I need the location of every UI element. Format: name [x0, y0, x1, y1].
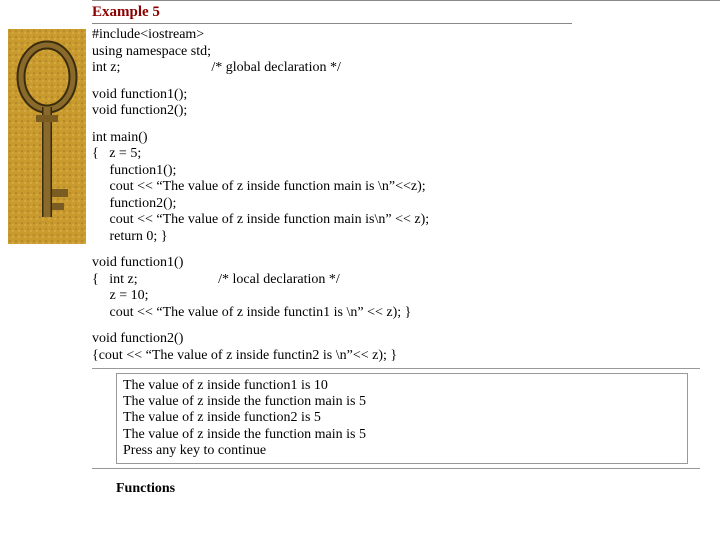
- code-line: cout << “The value of z inside function …: [92, 179, 700, 196]
- code-line: cout << “The value of z inside functin1 …: [92, 305, 700, 322]
- code-line: int z; /* global declaration */: [92, 60, 700, 77]
- code-line: function2();: [92, 196, 700, 213]
- code-line: void function1();: [92, 87, 700, 104]
- section-title: Example 5: [92, 4, 572, 24]
- code-line: void function2();: [92, 103, 700, 120]
- key-illustration: [8, 27, 90, 471]
- code-line: function1();: [92, 163, 700, 180]
- code-line: { int z; /* local declaration */: [92, 272, 700, 289]
- output-line: The value of z inside the function main …: [123, 394, 681, 410]
- code-line: void function1(): [92, 255, 700, 272]
- code-line: void function2(): [92, 331, 700, 348]
- output-line: The value of z inside function2 is 5: [123, 410, 681, 426]
- output-box: The value of z inside function1 is 10 Th…: [116, 373, 688, 463]
- code-line: {cout << “The value of z inside functin2…: [92, 348, 700, 365]
- output-line: The value of z inside function1 is 10: [123, 378, 681, 394]
- code-line: int main(): [92, 130, 700, 147]
- code-line: { z = 5;: [92, 146, 700, 163]
- code-line: using namespace std;: [92, 44, 700, 61]
- code-line: return 0; }: [92, 229, 700, 246]
- footer-label: Functions: [116, 481, 720, 497]
- code-content: #include<iostream> using namespace std; …: [90, 27, 720, 471]
- output-line: The value of z inside the function main …: [123, 427, 681, 443]
- output-line: Press any key to continue: [123, 443, 681, 459]
- code-line: z = 10;: [92, 288, 700, 305]
- code-line: #include<iostream>: [92, 27, 700, 44]
- code-line: cout << “The value of z inside function …: [92, 212, 700, 229]
